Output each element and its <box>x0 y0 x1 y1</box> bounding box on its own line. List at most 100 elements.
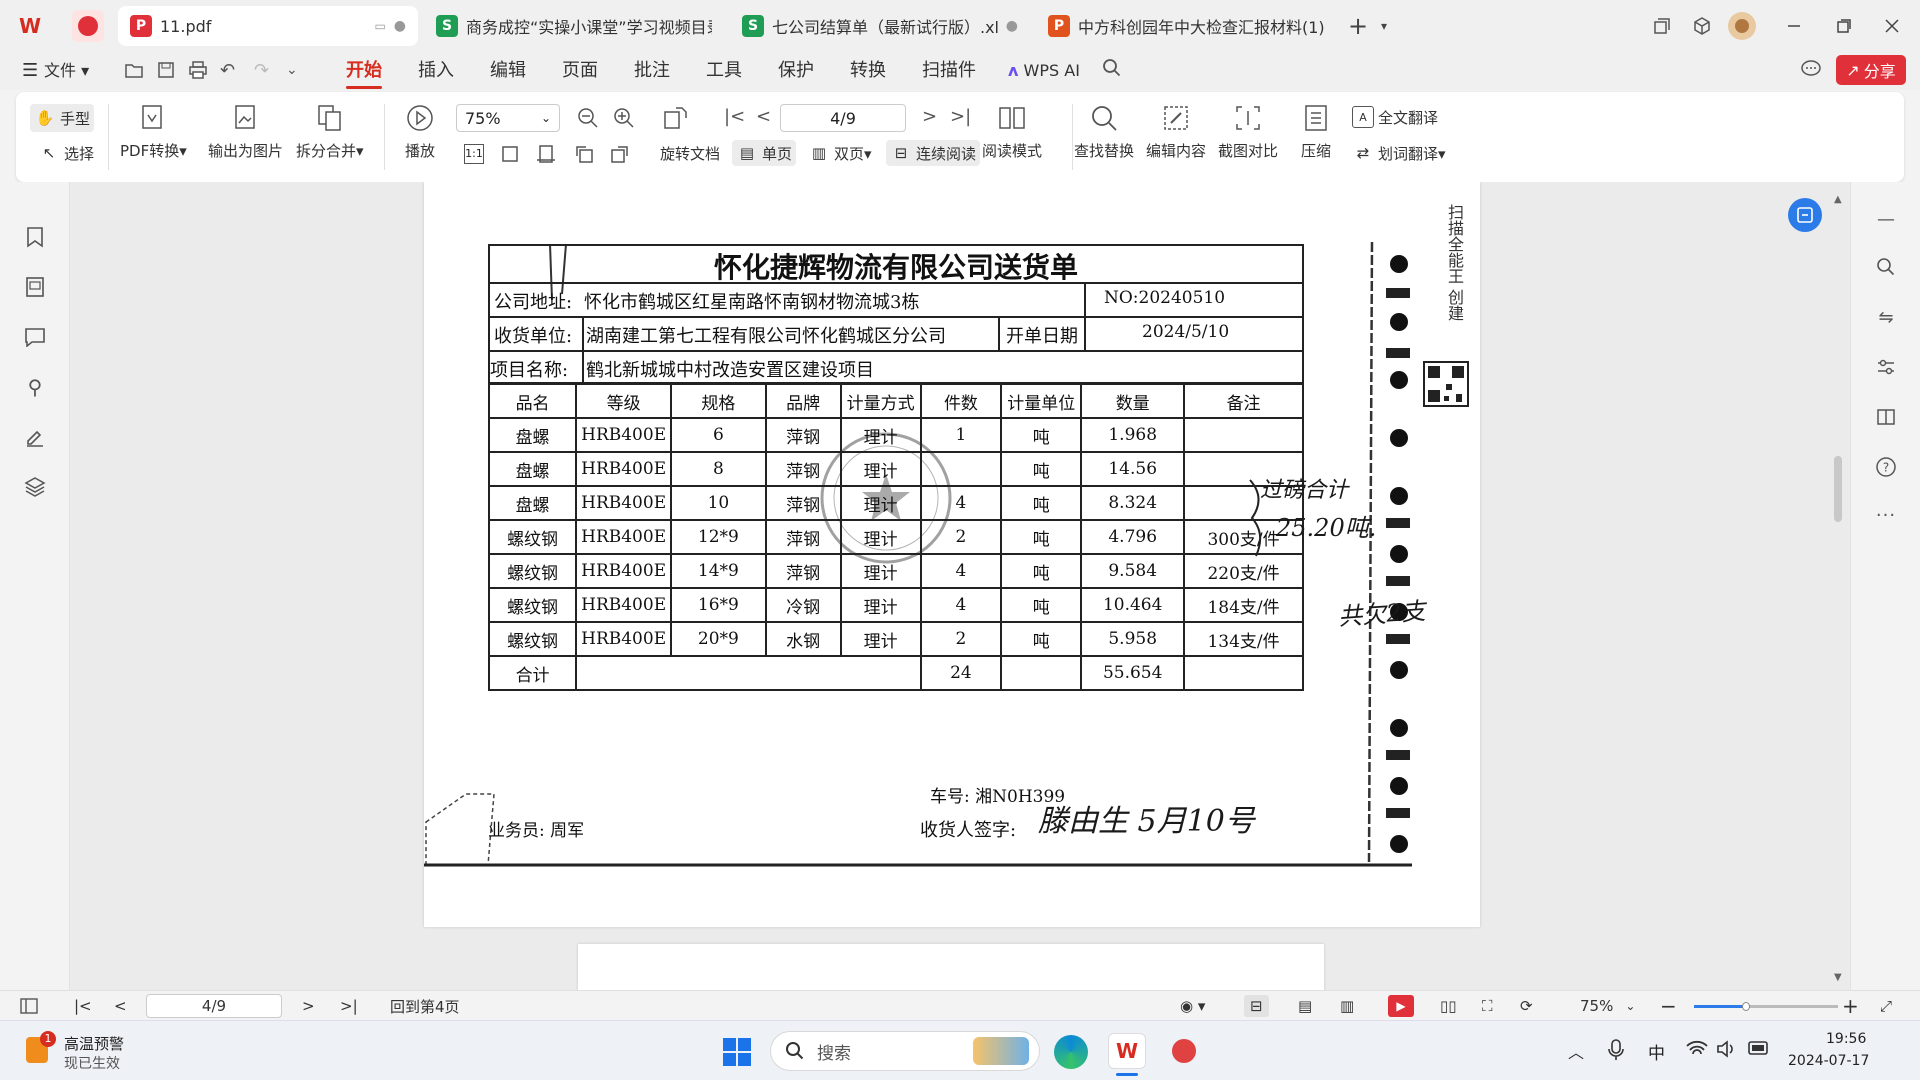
continuous-read-button[interactable]: ⊟ 连续阅读 <box>886 140 981 166</box>
tab-settlement-xlsx[interactable]: S 七公司结算单（最新试行版）.xlsx ● <box>730 6 1030 46</box>
single-view-icon[interactable]: ▤ <box>1298 995 1312 1017</box>
continuous-view-icon[interactable]: ⊟ <box>1244 995 1269 1017</box>
thumbnail-icon[interactable] <box>22 274 48 300</box>
prev-page-icon[interactable]: < <box>756 106 771 127</box>
quick-access-chevron-icon[interactable]: ⌄ <box>286 62 298 78</box>
hamburger-icon[interactable]: ☰ <box>22 58 38 84</box>
next-page-icon[interactable]: > <box>922 106 937 127</box>
tab-study-video[interactable]: S 商务成控“实操小课堂”学习视频目录 <box>424 6 724 46</box>
taskbar-search-box[interactable]: 搜索 <box>770 1031 1040 1071</box>
tab-list-chevron-icon[interactable]: ▾ <box>1370 12 1398 40</box>
read-view-icon[interactable]: ▯▯ <box>1440 995 1457 1017</box>
menu-comment[interactable]: 批注 <box>634 58 670 84</box>
tab-inspection-pptx[interactable]: P 中方科创园年中大检查汇报材料(1).pptx <box>1036 6 1336 46</box>
vertical-scrollbar-thumb[interactable] <box>1834 456 1842 522</box>
save-icon[interactable] <box>156 60 176 80</box>
menu-scan[interactable]: 扫描件 <box>922 58 976 84</box>
prev-page-icon[interactable]: < <box>114 995 127 1017</box>
file-menu[interactable]: 文件 ▾ <box>44 58 89 84</box>
menu-edit[interactable]: 编辑 <box>490 58 526 84</box>
slideshow-play-icon[interactable]: ▶ <box>1388 995 1414 1017</box>
zoom-out-icon[interactable]: − <box>1660 994 1677 1018</box>
windows-start-icon[interactable] <box>722 1037 752 1067</box>
window-restore-icon[interactable] <box>1648 12 1676 40</box>
collapse-icon[interactable]: — <box>1873 206 1899 232</box>
close-tab-icon[interactable]: ● <box>394 18 406 34</box>
clock-time[interactable]: 19:56 <box>1826 1031 1866 1047</box>
share-button[interactable]: ↗ 分享 <box>1836 55 1906 85</box>
open-folder-icon[interactable] <box>124 60 144 80</box>
wps-taskbar-icon[interactable]: W <box>1108 1033 1146 1069</box>
print-icon[interactable] <box>188 60 208 80</box>
battery-icon[interactable] <box>1748 1041 1770 1055</box>
zoom-select[interactable]: 75% ⌄ <box>1580 995 1635 1017</box>
weather-widget[interactable]: 1 高温预警 现已生效 <box>26 1031 146 1073</box>
rotate-view-icon[interactable]: ⟳ <box>1520 995 1533 1017</box>
wifi-icon[interactable] <box>1686 1039 1708 1059</box>
close-tab-icon[interactable]: ● <box>1006 18 1018 34</box>
word-translate-button[interactable]: ⇄ 划词翻译▾ <box>1348 140 1450 166</box>
search-icon[interactable] <box>1102 58 1122 84</box>
compress-button[interactable]: 压缩 <box>1300 102 1332 161</box>
next-page-icon[interactable]: > <box>302 995 315 1017</box>
export-image-button[interactable]: 输出为图片 <box>208 102 283 161</box>
chat-bubble-icon[interactable] <box>1800 58 1822 84</box>
new-tab-plus-icon[interactable]: + <box>1344 12 1372 40</box>
signature-icon[interactable] <box>22 424 48 450</box>
menu-convert[interactable]: 转换 <box>850 58 886 84</box>
layers-icon[interactable] <box>22 474 48 500</box>
undo-icon[interactable]: ↶ <box>220 60 235 81</box>
menu-page[interactable]: 页面 <box>562 58 598 84</box>
screenshot-compare-button[interactable]: 截图对比 <box>1218 102 1278 161</box>
first-page-icon[interactable]: |< <box>74 995 92 1017</box>
volume-icon[interactable] <box>1716 1039 1738 1059</box>
ime-indicator[interactable]: 中 <box>1648 1039 1665 1064</box>
split-merge-button[interactable]: 拆分合并▾ <box>296 102 364 161</box>
status-page-input[interactable]: 4/9 <box>146 994 282 1018</box>
edge-browser-icon[interactable] <box>1054 1035 1088 1069</box>
fit-actual-icon[interactable]: 1:1 <box>464 144 484 164</box>
recorder-icon[interactable] <box>1172 1039 1196 1063</box>
fit-width-icon[interactable] <box>536 144 556 164</box>
first-page-icon[interactable]: |< <box>724 106 745 127</box>
zoom-select[interactable]: 75% ⌄ <box>456 104 560 132</box>
cube-icon[interactable] <box>1688 12 1716 40</box>
tab-11-pdf[interactable]: P 11.pdf ▭ ● <box>118 6 418 46</box>
edit-content-button[interactable]: 编辑内容 <box>1146 102 1206 161</box>
microphone-icon[interactable] <box>1608 1039 1624 1061</box>
play-button[interactable]: 播放 <box>404 102 436 161</box>
pdf-app-icon[interactable] <box>72 10 104 42</box>
find-replace-button[interactable]: 查找替换 <box>1074 102 1134 161</box>
zoom-slider-handle[interactable] <box>1742 1002 1750 1011</box>
wps-ai-button[interactable]: ʌ WPS AI <box>1008 58 1080 84</box>
document-viewport[interactable]: 扫描全能王 创建 怀化捷辉物流有限公司送货单 公司地址: 怀化市鹤城区红星南路怀… <box>70 182 1850 990</box>
read-mode-button[interactable]: 阅读模式 <box>982 102 1042 161</box>
eye-protect-icon[interactable]: ◉ ▾ <box>1180 995 1205 1017</box>
double-page-button[interactable]: ▥ 双页▾ <box>804 140 876 166</box>
rotate-right-icon[interactable] <box>610 144 630 164</box>
read-aloud-icon[interactable] <box>1873 404 1899 430</box>
comment-icon[interactable] <box>22 324 48 350</box>
zoom-in-icon[interactable] <box>612 106 636 130</box>
fit-page-icon[interactable]: ⛶ <box>1482 995 1493 1017</box>
fit-page-icon[interactable] <box>500 144 520 164</box>
close-window-icon[interactable] <box>1878 12 1906 40</box>
scroll-up-icon[interactable]: ▲ <box>1834 194 1842 205</box>
floating-tool-button[interactable] <box>1788 198 1822 232</box>
hand-tool-button[interactable]: ✋ 手型 <box>30 104 95 132</box>
more-icon[interactable]: ··· <box>1873 502 1899 528</box>
zoom-slider[interactable] <box>1694 1002 1838 1011</box>
single-page-button[interactable]: ▤ 单页 <box>732 140 797 166</box>
redo-icon[interactable]: ↷ <box>254 60 269 81</box>
help-icon[interactable]: ? <box>1873 454 1899 480</box>
full-translate-button[interactable]: A 全文翻译 <box>1348 104 1442 130</box>
sidebar-toggle-icon[interactable] <box>20 995 38 1017</box>
double-view-icon[interactable]: ▥ <box>1340 995 1354 1017</box>
user-avatar[interactable] <box>1728 12 1756 40</box>
bookmark-icon[interactable] <box>22 224 48 250</box>
fullscreen-icon[interactable]: ⤢ <box>1880 995 1892 1017</box>
last-page-icon[interactable]: >| <box>340 995 358 1017</box>
wps-logo-icon[interactable]: W <box>12 10 48 42</box>
menu-protect[interactable]: 保护 <box>778 58 814 84</box>
rotate-doc-icon[interactable] <box>662 104 690 132</box>
